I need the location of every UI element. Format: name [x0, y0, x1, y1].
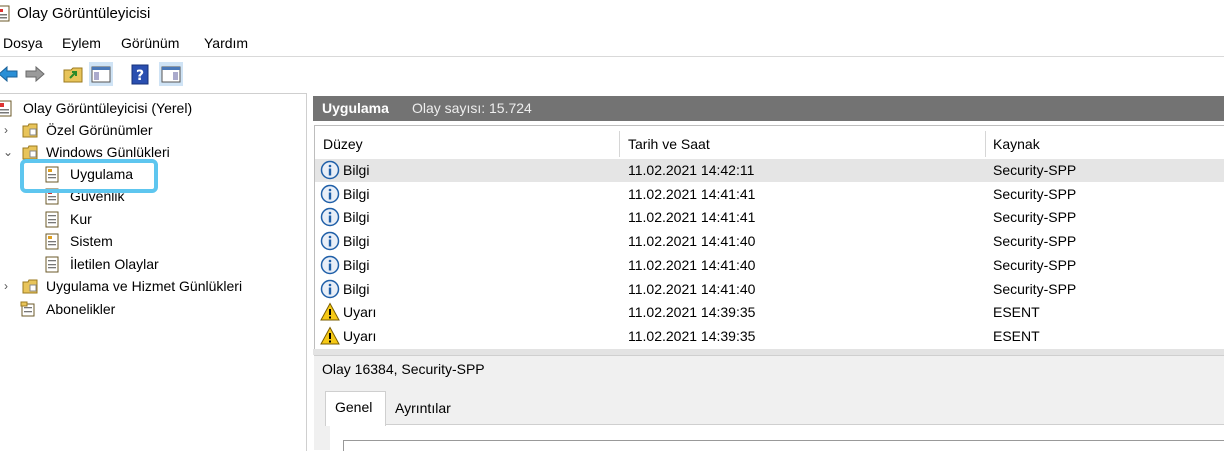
- show-hide-action-pane-icon[interactable]: [159, 62, 183, 86]
- chevron-right-icon[interactable]: ›: [4, 279, 14, 293]
- tree-item-setup[interactable]: Kur: [0, 209, 306, 231]
- menu-bar: Dosya Eylem Görünüm Yardım: [0, 31, 1224, 55]
- warning-icon: [320, 326, 340, 345]
- row-datetime: 11.02.2021 14:39:35: [628, 304, 756, 320]
- tree-label: Kur: [70, 211, 92, 227]
- subscriptions-icon: [20, 301, 35, 317]
- panel-header: Uygulama Olay sayısı: 15.724: [313, 96, 1224, 121]
- table-row[interactable]: Bilgi 11.02.2021 14:41:40 Security-SPP: [315, 230, 1224, 253]
- selection-highlight: [20, 159, 158, 193]
- svg-text:?: ?: [136, 68, 144, 84]
- show-hide-tree-icon[interactable]: [89, 62, 113, 86]
- row-level: Bilgi: [343, 233, 370, 249]
- tree-label: Sistem: [70, 233, 113, 249]
- row-datetime: 11.02.2021 14:41:40: [628, 257, 756, 273]
- title-bar: Olay Görüntüleyicisi: [0, 0, 1224, 30]
- menu-yardim[interactable]: Yardım: [204, 35, 248, 51]
- row-source: ESENT: [993, 328, 1040, 344]
- warning-icon: [320, 302, 340, 321]
- up-folder-icon[interactable]: [62, 62, 86, 86]
- tree-label: Özel Görünümler: [46, 122, 153, 138]
- table-row[interactable]: Bilgi 11.02.2021 14:42:11 Security-SPP: [315, 159, 1224, 182]
- event-viewer-app-icon: [0, 5, 10, 22]
- tab-details[interactable]: Ayrıntılar: [395, 400, 451, 416]
- toolbar: ?: [0, 56, 1224, 91]
- row-datetime: 11.02.2021 14:41:40: [628, 233, 756, 249]
- table-row[interactable]: Uyarı 11.02.2021 14:39:35 ESENT: [315, 301, 1224, 324]
- tree-item-forwarded-events[interactable]: İletilen Olaylar: [0, 254, 306, 276]
- tree-label: Olay Görüntüleyicisi (Yerel): [23, 100, 193, 116]
- info-icon: [320, 160, 340, 180]
- back-arrow-icon[interactable]: [0, 62, 20, 86]
- column-separator[interactable]: [619, 131, 620, 157]
- tree-item-system[interactable]: Sistem: [0, 231, 306, 253]
- info-icon: [320, 255, 340, 275]
- table-row[interactable]: Bilgi 11.02.2021 14:41:40 Security-SPP: [315, 254, 1224, 277]
- column-separator[interactable]: [985, 131, 986, 157]
- menu-dosya[interactable]: Dosya: [3, 35, 43, 51]
- log-icon: [45, 233, 59, 250]
- table-row[interactable]: Bilgi 11.02.2021 14:41:41 Security-SPP: [315, 183, 1224, 206]
- row-datetime: 11.02.2021 14:41:40: [628, 281, 756, 297]
- forward-arrow-icon[interactable]: [23, 62, 47, 86]
- row-level: Bilgi: [343, 186, 370, 202]
- table-row[interactable]: Uyarı 11.02.2021 14:39:35 ESENT: [315, 325, 1224, 348]
- log-icon: [45, 256, 59, 273]
- menu-gorunum[interactable]: Görünüm: [121, 35, 179, 51]
- row-source: Security-SPP: [993, 162, 1077, 178]
- tree-item-app-service-logs[interactable]: › Uygulama ve Hizmet Günlükleri: [0, 276, 306, 298]
- row-datetime: 11.02.2021 14:41:41: [628, 209, 756, 225]
- column-header-datetime[interactable]: Tarih ve Saat: [628, 136, 710, 152]
- folder-icon: [22, 123, 38, 138]
- row-datetime: 11.02.2021 14:41:41: [628, 186, 756, 202]
- tree-label: Uygulama ve Hizmet Günlükleri: [46, 278, 243, 294]
- row-datetime: 11.02.2021 14:39:35: [628, 328, 756, 344]
- row-source: Security-SPP: [993, 233, 1077, 249]
- column-header-source[interactable]: Kaynak: [993, 136, 1040, 152]
- row-level: Bilgi: [343, 162, 370, 178]
- tree-item-subscriptions[interactable]: Abonelikler: [0, 299, 306, 321]
- row-level: Bilgi: [343, 257, 370, 273]
- table-row[interactable]: Bilgi 11.02.2021 14:41:41 Security-SPP: [315, 206, 1224, 229]
- row-source: ESENT: [993, 304, 1040, 320]
- event-count: Olay sayısı: 15.724: [412, 100, 532, 116]
- row-level: Bilgi: [343, 209, 370, 225]
- table-row[interactable]: Bilgi 11.02.2021 14:41:40 Security-SPP: [315, 278, 1224, 301]
- chevron-down-icon[interactable]: ⌄: [3, 145, 13, 159]
- panel-title: Uygulama: [322, 100, 389, 116]
- help-icon[interactable]: ?: [128, 62, 152, 86]
- info-icon: [320, 184, 340, 204]
- folder-icon: [22, 279, 38, 294]
- row-level: Uyarı: [343, 328, 377, 344]
- log-icon: [45, 211, 59, 228]
- row-source: Security-SPP: [993, 281, 1077, 297]
- info-icon: [320, 279, 340, 299]
- menu-eylem[interactable]: Eylem: [62, 35, 101, 51]
- row-source: Security-SPP: [993, 209, 1077, 225]
- description-box: [343, 440, 1224, 451]
- row-level: Uyarı: [343, 304, 377, 320]
- row-level: Bilgi: [343, 281, 370, 297]
- tab-general[interactable]: Genel: [325, 391, 386, 426]
- chevron-right-icon[interactable]: ›: [4, 123, 14, 137]
- detail-title: Olay 16384, Security-SPP: [322, 361, 485, 377]
- row-source: Security-SPP: [993, 186, 1077, 202]
- window-title: Olay Görüntüleyicisi: [17, 5, 151, 22]
- tree-label: Windows Günlükleri: [46, 144, 170, 160]
- tree-item-custom-views[interactable]: › Özel Görünümler: [0, 120, 306, 142]
- info-icon: [320, 231, 340, 251]
- column-header-level[interactable]: Düzey: [323, 136, 363, 152]
- tab-general-label: Genel: [335, 399, 373, 415]
- tree-label: Abonelikler: [46, 301, 116, 317]
- event-viewer-icon: [0, 100, 12, 117]
- tree-item-root[interactable]: Olay Görüntüleyicisi (Yerel): [0, 98, 306, 120]
- navigation-tree: Olay Görüntüleyicisi (Yerel) › Özel Görü…: [0, 93, 307, 451]
- info-icon: [320, 207, 340, 227]
- tree-label: İletilen Olaylar: [70, 256, 159, 272]
- row-source: Security-SPP: [993, 257, 1077, 273]
- row-datetime: 11.02.2021 14:42:11: [628, 162, 755, 178]
